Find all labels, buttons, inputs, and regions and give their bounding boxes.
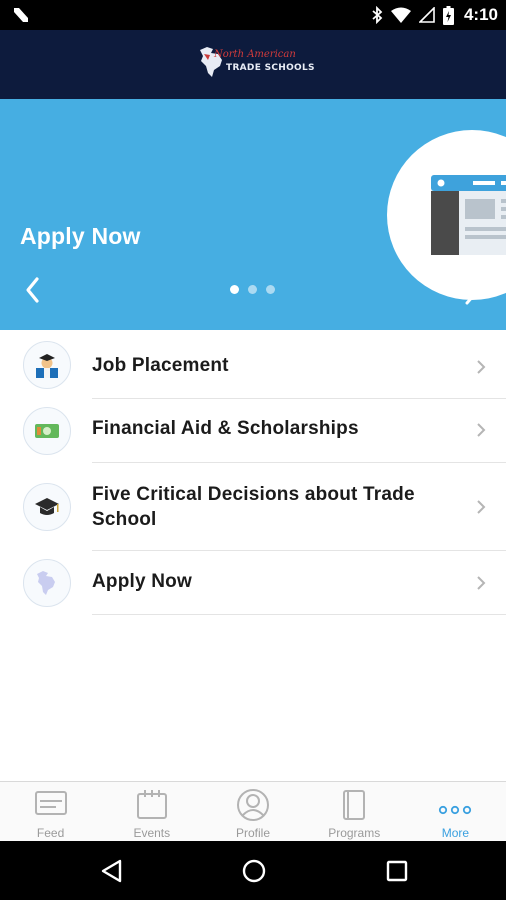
status-bar: 4:10 xyxy=(0,0,506,30)
carousel-indicator xyxy=(230,285,275,294)
banner-illustration xyxy=(387,130,506,300)
n-icon xyxy=(14,8,28,22)
tab-label: More xyxy=(441,826,470,840)
browser-window-icon xyxy=(431,175,506,255)
carousel-dot[interactable] xyxy=(248,285,257,294)
tab-feed[interactable]: Feed xyxy=(0,782,101,841)
brand-logo[interactable]: North American TRADE SCHOOLS xyxy=(198,46,315,84)
feed-icon xyxy=(34,791,67,815)
tab-programs[interactable]: Programs xyxy=(304,782,405,841)
tab-label: Events xyxy=(133,826,171,840)
chevron-right-icon xyxy=(477,423,486,437)
tab-events[interactable]: Events xyxy=(101,782,202,841)
chevron-right-icon xyxy=(477,360,486,374)
logo-text-line1: North American xyxy=(214,49,296,60)
chevron-right-icon[interactable] xyxy=(463,284,477,306)
clock: 4:10 xyxy=(463,5,498,24)
battery-icon xyxy=(442,5,454,25)
calendar-icon xyxy=(136,790,167,819)
profile-icon xyxy=(237,789,269,821)
bluetooth-icon xyxy=(372,6,383,24)
tab-label: Feed xyxy=(36,826,65,840)
carousel-dot[interactable] xyxy=(230,285,239,294)
list-item-label: Job Placement xyxy=(92,355,229,376)
list-item-label: Financial Aid & Scholarships xyxy=(92,418,359,439)
back-icon[interactable] xyxy=(99,858,125,884)
more-dots-icon xyxy=(439,805,472,815)
banner-carousel[interactable]: Apply Now xyxy=(0,99,506,330)
divider xyxy=(92,614,506,615)
list-item-label: Apply Now xyxy=(92,571,192,592)
north-america-map-icon xyxy=(23,559,71,607)
wifi-icon xyxy=(390,7,411,23)
list-item-label: Five Critical Decisions about Trade Scho… xyxy=(92,484,415,530)
signal-icon xyxy=(418,7,435,23)
list-item[interactable]: Financial Aid & Scholarships xyxy=(0,399,506,463)
chevron-left-icon[interactable] xyxy=(22,275,44,305)
logo-text-line2: TRADE SCHOOLS xyxy=(226,63,315,73)
chevron-right-icon xyxy=(477,576,486,590)
app-header: North American TRADE SCHOOLS xyxy=(0,30,506,99)
tab-label: Programs xyxy=(328,826,381,840)
home-icon[interactable] xyxy=(241,858,267,884)
tab-more[interactable]: More xyxy=(405,782,506,841)
banner-title: Apply Now xyxy=(20,223,141,249)
recents-icon[interactable] xyxy=(384,858,410,884)
money-icon xyxy=(23,407,71,455)
bottom-tab-bar: Feed Events Profile Programs More xyxy=(0,781,506,841)
list-item[interactable]: Five Critical Decisions about Trade Scho… xyxy=(0,463,506,551)
tab-profile[interactable]: Profile xyxy=(202,782,303,841)
chevron-right-icon xyxy=(477,500,486,514)
menu-list: Job Placement Financial Aid & Scholarshi… xyxy=(0,330,506,615)
book-icon xyxy=(343,790,366,820)
graduate-icon xyxy=(23,341,71,389)
list-item[interactable]: Apply Now xyxy=(0,551,506,615)
carousel-dot[interactable] xyxy=(266,285,275,294)
tab-label: Profile xyxy=(236,826,271,840)
system-nav-bar xyxy=(0,841,506,900)
graduation-cap-icon xyxy=(23,483,71,531)
list-item[interactable]: Job Placement xyxy=(0,330,506,399)
